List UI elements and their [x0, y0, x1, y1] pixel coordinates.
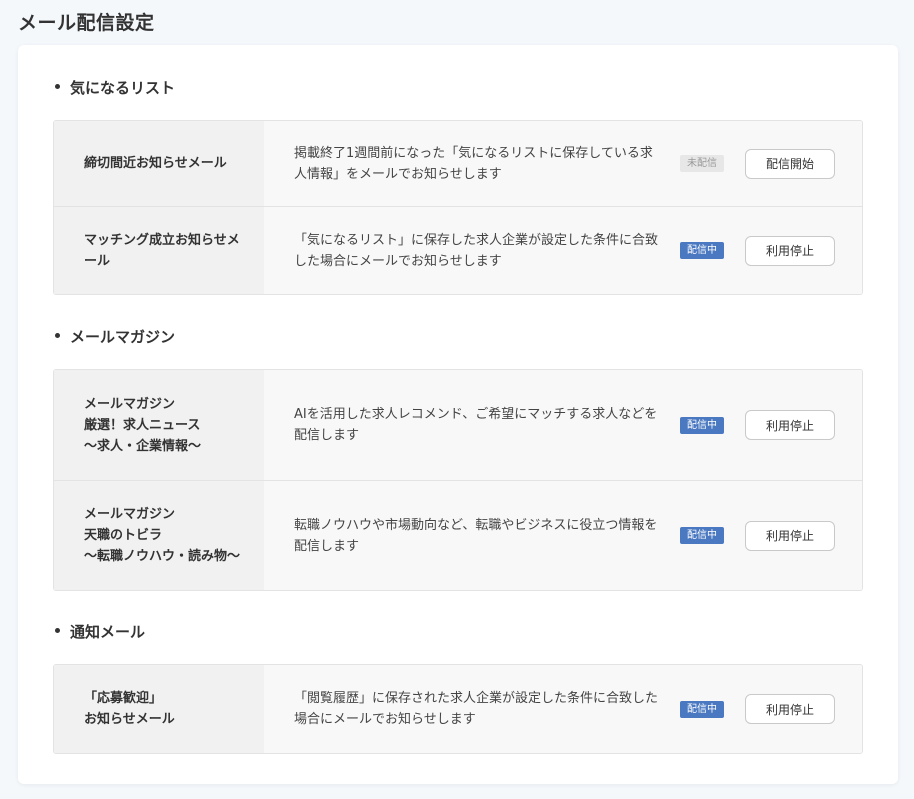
row-name: 「応募歓迎」 お知らせメール — [54, 665, 264, 753]
status-badge: 配信中 — [680, 527, 724, 544]
start-delivery-button[interactable]: 配信開始 — [745, 148, 835, 179]
row-description-text: 「閲覧履歴」に保存された求人企業が設定した条件に合致した場合にメールでお知らせし… — [294, 691, 659, 727]
page-title: メール配信設定 — [18, 12, 155, 34]
row-status: 配信中 — [680, 370, 742, 480]
row-name-label: マッチング成立お知らせメ ール — [84, 232, 240, 269]
bullet-icon — [55, 84, 60, 89]
notification-table: 「応募歓迎」 お知らせメール 「閲覧履歴」に保存された求人企業が設定した条件に合… — [53, 664, 863, 754]
status-badge: 未配信 — [680, 155, 724, 172]
row-action: 利用停止 — [742, 665, 862, 753]
stop-usage-button[interactable]: 利用停止 — [745, 520, 835, 551]
bullet-icon — [55, 333, 60, 338]
row-action: 利用停止 — [742, 207, 862, 294]
row-description: 「閲覧履歴」に保存された求人企業が設定した条件に合致した場合にメールでお知らせし… — [264, 665, 680, 753]
row-description: 掲載終了1週間前になった「気になるリストに保存している求人情報」をメールでお知ら… — [264, 121, 680, 206]
row-action: 利用停止 — [742, 370, 862, 480]
row-status: 未配信 — [680, 121, 742, 206]
row-description: 転職ノウハウや市場動向など、転職やビジネスに役立つ情報を配信します — [264, 481, 680, 590]
row-status: 配信中 — [680, 481, 742, 590]
row-action: 利用停止 — [742, 481, 862, 590]
row-action: 配信開始 — [742, 121, 862, 206]
row-name-label: メールマガジン 天職のトビラ 〜転職ノウハウ・読み物〜 — [84, 507, 241, 564]
row-name-label: 締切間近お知らせメール — [84, 156, 227, 171]
section-heading-favorites: 気になるリスト — [55, 77, 175, 98]
stop-usage-button[interactable]: 利用停止 — [745, 694, 835, 724]
row-description-text: 「気になるリスト」に保存した求人企業が設定した条件に合致した場合にメールでお知ら… — [294, 232, 659, 269]
row-name: マッチング成立お知らせメ ール — [54, 207, 264, 294]
section-heading-label: 気になるリスト — [70, 79, 176, 97]
row-status: 配信中 — [680, 207, 742, 294]
stop-usage-button[interactable]: 利用停止 — [745, 410, 835, 440]
table-row: 締切間近お知らせメール 掲載終了1週間前になった「気になるリストに保存している求… — [54, 121, 862, 206]
row-description: AIを活用した求人レコメンド、ご希望にマッチする求人などを配信します — [264, 370, 680, 480]
row-name: メールマガジン 天職のトビラ 〜転職ノウハウ・読み物〜 — [54, 481, 264, 590]
row-name: メールマガジン 厳選！求人ニュース 〜求人・企業情報〜 — [54, 370, 264, 480]
row-status: 配信中 — [680, 665, 742, 753]
table-row: マッチング成立お知らせメ ール 「気になるリスト」に保存した求人企業が設定した条… — [54, 206, 862, 294]
row-description-text: AIを活用した求人レコメンド、ご希望にマッチする求人などを配信します — [294, 407, 658, 443]
bullet-icon — [55, 628, 60, 633]
row-description-text: 掲載終了1週間前になった「気になるリストに保存している求人情報」をメールでお知ら… — [294, 145, 653, 182]
row-description-text: 転職ノウハウや市場動向など、転職やビジネスに役立つ情報を配信します — [294, 517, 658, 554]
section-heading-label: メールマガジン — [70, 328, 176, 346]
table-row: メールマガジン 天職のトビラ 〜転職ノウハウ・読み物〜 転職ノウハウや市場動向な… — [54, 480, 862, 590]
row-name-label: メールマガジン 厳選！求人ニュース 〜求人・企業情報〜 — [84, 396, 202, 454]
status-badge: 配信中 — [680, 416, 724, 434]
favorites-table: 締切間近お知らせメール 掲載終了1週間前になった「気になるリストに保存している求… — [53, 120, 863, 295]
section-heading-notification: 通知メール — [55, 621, 145, 642]
table-row: 「応募歓迎」 お知らせメール 「閲覧履歴」に保存された求人企業が設定した条件に合… — [54, 665, 862, 753]
status-badge: 配信中 — [680, 242, 724, 259]
stop-usage-button[interactable]: 利用停止 — [745, 235, 835, 266]
status-badge: 配信中 — [680, 700, 724, 718]
row-description: 「気になるリスト」に保存した求人企業が設定した条件に合致した場合にメールでお知ら… — [264, 207, 680, 294]
section-heading-newsletter: メールマガジン — [55, 326, 175, 347]
newsletter-table: メールマガジン 厳選！求人ニュース 〜求人・企業情報〜 AIを活用した求人レコメ… — [53, 369, 863, 591]
table-row: メールマガジン 厳選！求人ニュース 〜求人・企業情報〜 AIを活用した求人レコメ… — [54, 370, 862, 480]
row-name-label: 「応募歓迎」 お知らせメール — [84, 691, 175, 727]
row-name: 締切間近お知らせメール — [54, 121, 264, 206]
section-heading-label: 通知メール — [70, 623, 146, 641]
